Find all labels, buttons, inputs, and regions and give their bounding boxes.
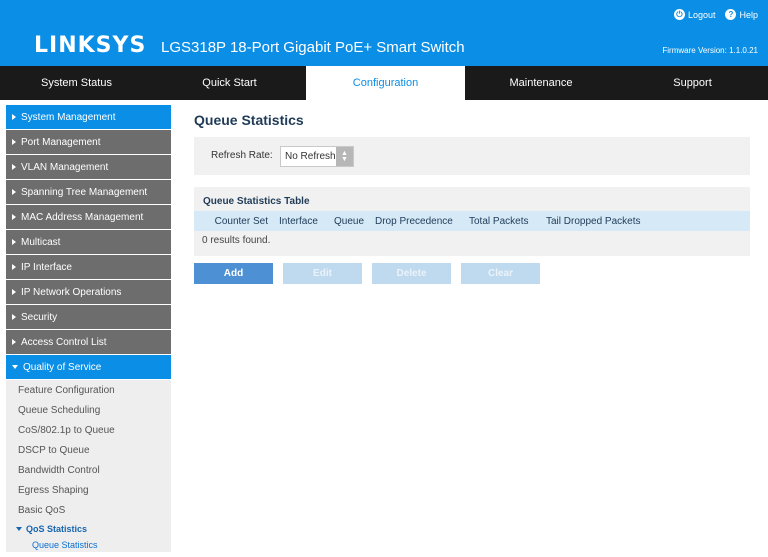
sidebar-item-label: Port Management: [21, 136, 101, 148]
sidebar-item-label: System Management: [21, 111, 116, 123]
logout-link[interactable]: ⏻ Logout: [673, 9, 716, 20]
sidebar-item-label: VLAN Management: [21, 161, 109, 173]
caret-right-icon: [12, 214, 16, 220]
add-button[interactable]: Add: [194, 263, 273, 284]
column-header: Tail Dropped Packets: [546, 215, 641, 227]
sidebar-item-label: IP Network Operations: [21, 286, 122, 298]
sidebar-item-ip-interface[interactable]: IP Interface: [6, 255, 171, 279]
sidebar-item-label: Security: [21, 311, 58, 323]
sidebar-item-quality-of-service[interactable]: Quality of Service: [6, 355, 171, 379]
sidebar-item-security[interactable]: Security: [6, 305, 171, 329]
sidebar-item-mac-address[interactable]: MAC Address Management: [6, 205, 171, 229]
tab-quick-start[interactable]: Quick Start: [153, 66, 306, 100]
sidebar-item-label: Spanning Tree Management: [21, 186, 148, 198]
sidebar-subitem-cos-to-queue[interactable]: CoS/802.1p to Queue: [6, 420, 171, 440]
column-header: Drop Precedence: [375, 215, 453, 227]
sidebar-subitem-queue-scheduling[interactable]: Queue Scheduling: [6, 400, 171, 420]
refresh-panel: Refresh Rate: No Refresh ▲ ▼: [194, 137, 750, 175]
sidebar-subitem-bandwidth-control[interactable]: Bandwidth Control: [6, 460, 171, 480]
sidebar-subitem-egress-shaping[interactable]: Egress Shaping: [6, 480, 171, 500]
main-content: Queue Statistics Refresh Rate: No Refres…: [194, 105, 750, 284]
table-header: Counter Set Interface Queue Drop Precede…: [194, 211, 750, 231]
caret-right-icon: [12, 239, 16, 245]
caret-right-icon: [12, 339, 16, 345]
caret-right-icon: [12, 164, 16, 170]
header-links: ⏻ Logout ? Help: [673, 9, 758, 20]
clear-button[interactable]: Clear: [461, 263, 540, 284]
refresh-rate-label: Refresh Rate:: [211, 150, 273, 161]
tab-support[interactable]: Support: [617, 66, 768, 100]
qos-submenu: Feature Configuration Queue Scheduling C…: [6, 380, 171, 552]
sidebar-group-qos-statistics[interactable]: QoS Statistics: [6, 520, 171, 537]
caret-right-icon: [12, 114, 16, 120]
column-header: Counter Set: [214, 215, 268, 227]
tab-maintenance[interactable]: Maintenance: [465, 66, 617, 100]
delete-button[interactable]: Delete: [372, 263, 451, 284]
power-icon: ⏻: [673, 9, 685, 20]
sidebar-item-access-control-list[interactable]: Access Control List: [6, 330, 171, 354]
sidebar-subitem-basic-qos[interactable]: Basic QoS: [6, 500, 171, 520]
page-title: Queue Statistics: [194, 112, 304, 128]
help-link[interactable]: ? Help: [725, 9, 758, 20]
firmware-version: Firmware Version: 1.1.0.21: [662, 46, 758, 55]
refresh-rate-select[interactable]: No Refresh ▲ ▼: [280, 146, 354, 167]
sidebar-item-label: IP Interface: [21, 261, 72, 273]
caret-right-icon: [12, 314, 16, 320]
sidebar-item-multicast[interactable]: Multicast: [6, 230, 171, 254]
sidebar-item-label: Access Control List: [21, 336, 107, 348]
sidebar-item-port-management[interactable]: Port Management: [6, 130, 171, 154]
caret-right-icon: [12, 264, 16, 270]
sidebar-item-system-management[interactable]: System Management: [6, 105, 171, 129]
caret-down-icon: [16, 526, 22, 531]
column-header: Queue: [334, 215, 365, 227]
sidebar-item-spanning-tree[interactable]: Spanning Tree Management: [6, 180, 171, 204]
sidebar-item-label: Multicast: [21, 236, 61, 248]
sidebar: System Management Port Management VLAN M…: [6, 105, 171, 557]
caret-right-icon: [12, 139, 16, 145]
refresh-rate-value: No Refresh: [285, 151, 336, 162]
sidebar-subitem-dscp-to-queue[interactable]: DSCP to Queue: [6, 440, 171, 460]
caret-right-icon: [12, 289, 16, 295]
action-buttons: Add Edit Delete Clear: [194, 263, 750, 284]
caret-down-icon: [12, 365, 18, 369]
sidebar-subitem-feature-configuration[interactable]: Feature Configuration: [6, 380, 171, 400]
help-icon: ?: [725, 9, 737, 20]
logout-label: Logout: [687, 9, 716, 20]
main-nav: System Status Quick Start Configuration …: [0, 66, 768, 100]
sidebar-subitem-queue-statistics[interactable]: Queue Statistics: [6, 537, 171, 552]
spinner-arrows-icon: ▲ ▼: [336, 147, 353, 166]
tab-configuration[interactable]: Configuration: [306, 66, 465, 100]
tab-system-status[interactable]: System Status: [0, 66, 153, 100]
sidebar-group-label: QoS Statistics: [26, 523, 88, 534]
sidebar-item-ip-network-operations[interactable]: IP Network Operations: [6, 280, 171, 304]
empty-results-message: 0 results found.: [202, 235, 271, 246]
caret-right-icon: [12, 189, 16, 195]
column-header: Total Packets: [469, 215, 529, 227]
edit-button[interactable]: Edit: [283, 263, 362, 284]
queue-statistics-table: Queue Statistics Table Counter Set Inter…: [194, 187, 750, 256]
product-name: LGS318P 18-Port Gigabit PoE+ Smart Switc…: [161, 39, 465, 56]
header-banner: LINKSYS LGS318P 18-Port Gigabit PoE+ Sma…: [0, 0, 768, 66]
column-header: Interface: [279, 215, 318, 227]
linksys-logo: LINKSYS: [34, 33, 147, 58]
sidebar-item-label: Quality of Service: [23, 361, 102, 373]
help-label: Help: [739, 9, 758, 20]
sidebar-item-vlan-management[interactable]: VLAN Management: [6, 155, 171, 179]
sidebar-item-label: MAC Address Management: [21, 211, 144, 223]
table-title: Queue Statistics Table: [203, 196, 310, 207]
